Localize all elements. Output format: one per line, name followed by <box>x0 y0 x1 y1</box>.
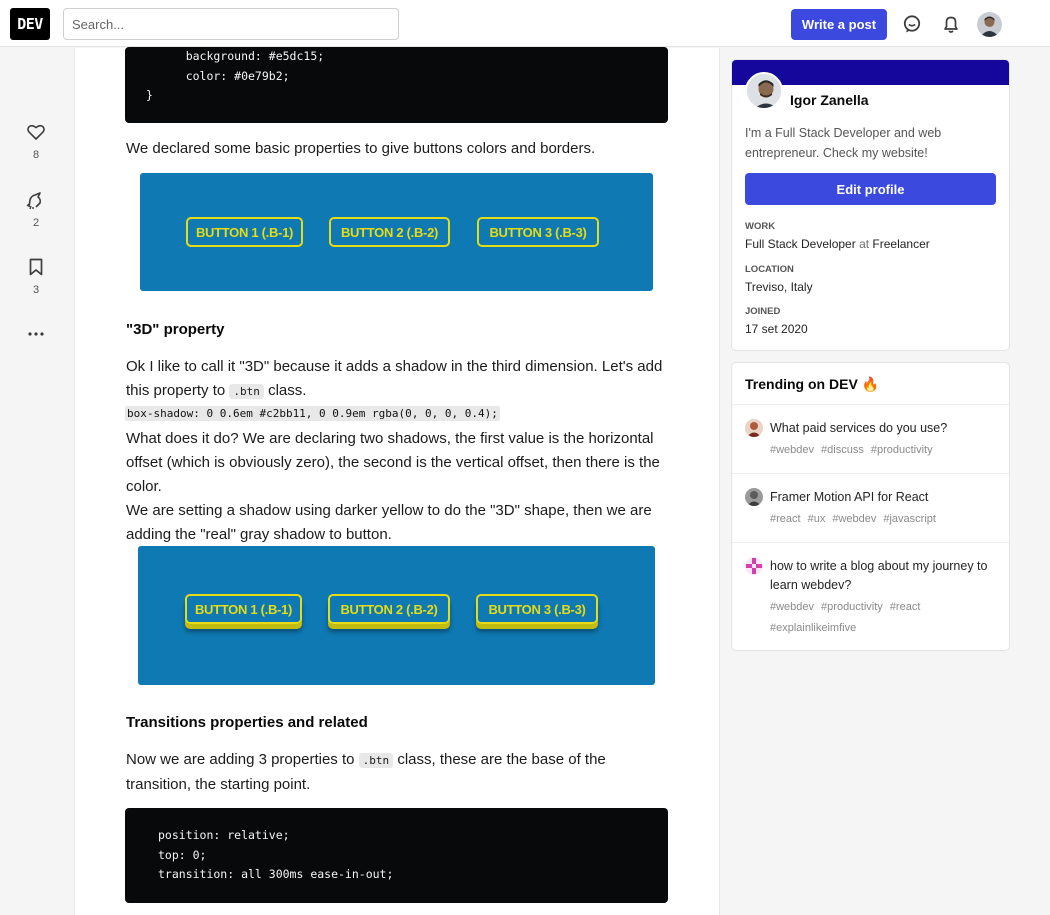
inline-code: .btn <box>358 753 394 768</box>
tag[interactable]: #react <box>770 513 801 525</box>
joined-value: 17 set 2020 <box>745 322 808 336</box>
work-value: Full Stack Developer at Freelancer <box>745 237 930 251</box>
joined-label: JOINED <box>745 306 781 317</box>
trending-item-tags: #react #ux #webdev #javascript <box>770 509 998 530</box>
tag[interactable]: #webdev <box>770 444 814 456</box>
author-avatar[interactable] <box>745 72 783 110</box>
code-line: } <box>146 88 153 102</box>
top-header: DEV Write a post <box>0 0 1050 47</box>
tag[interactable]: #ux <box>808 513 826 525</box>
bookmark-count: 3 <box>32 284 40 296</box>
bell-icon[interactable] <box>940 13 962 35</box>
demo-button-3: BUTTON 3 (.B-3) <box>477 217 599 247</box>
paragraph: Ok I like to call it "3D" because it add… <box>126 355 671 404</box>
trending-item[interactable]: Framer Motion API for React #react #ux #we… <box>732 473 1009 542</box>
code-block-1: background: #e5dc15; color: #0e79b2;} <box>125 47 668 123</box>
tag[interactable]: #javascript <box>883 513 936 525</box>
user-avatar[interactable] <box>977 12 1002 37</box>
bookmark-icon[interactable] <box>26 257 46 277</box>
code-block-2: position: relative; top: 0; transition: al… <box>125 808 668 903</box>
tag[interactable]: #productivity <box>871 444 933 456</box>
dev-logo[interactable]: DEV <box>10 8 50 40</box>
work-company: Freelancer <box>872 237 930 251</box>
work-label: WORK <box>745 221 776 232</box>
trending-item-title[interactable]: Framer Motion API for React <box>770 488 998 507</box>
section-heading: "3D" property <box>126 321 225 338</box>
like-count: 8 <box>32 149 40 161</box>
tag[interactable]: #productivity <box>821 601 883 613</box>
trending-item-title[interactable]: how to write a blog about my journey to … <box>770 557 998 595</box>
section-heading: Transitions properties and related <box>126 714 368 731</box>
trending-item[interactable]: What paid services do you use? #webdev #d… <box>732 404 1009 473</box>
trending-item-tags: #webdev #productivity #react #explainlikeim… <box>770 597 998 639</box>
heart-icon[interactable] <box>26 122 46 142</box>
trending-item-title[interactable]: What paid services do you use? <box>770 419 998 438</box>
tag[interactable]: #react <box>890 601 921 613</box>
demo-button-1: BUTTON 1 (.B-1) <box>186 217 303 247</box>
fire-icon: 🔥 <box>861 376 880 392</box>
unicorn-reaction[interactable]: 2 <box>22 190 50 229</box>
inline-code-line: box-shadow: 0 0.6em #c2bb11, 0 0.9em rgb… <box>125 406 500 421</box>
trending-item-tags: #webdev #discuss #productivity <box>770 440 998 461</box>
tag[interactable]: #webdev <box>770 601 814 613</box>
unicorn-count: 2 <box>32 217 40 229</box>
bookmark-reaction[interactable]: 3 <box>22 257 50 296</box>
search-input[interactable] <box>63 8 399 40</box>
demo-3d-button-2: BUTTON 2 (.B-2) <box>328 594 450 624</box>
tag[interactable]: #discuss <box>821 444 864 456</box>
tag[interactable]: #explainlikeimfive <box>770 622 856 634</box>
trending-title: Trending on DEV 🔥 <box>745 376 879 393</box>
demo-3d-buttons-image: BUTTON 1 (.B-1) BUTTON 2 (.B-2) BUTTON 3… <box>138 546 655 685</box>
trending-author-avatar <box>745 557 763 575</box>
tag[interactable]: #webdev <box>832 513 876 525</box>
code-line: background: #e5dc15; <box>158 49 325 63</box>
trending-author-avatar <box>745 419 763 437</box>
demo-button-2: BUTTON 2 (.B-2) <box>329 217 450 247</box>
more-dots-icon[interactable] <box>26 324 46 344</box>
code-line: color: #0e79b2; <box>158 68 290 83</box>
paragraph: What does it do? We are declaring two sh… <box>126 430 660 495</box>
trending-author-avatar <box>745 488 763 506</box>
code-line: transition: all 300ms ease-in-out; <box>158 867 394 881</box>
like-reaction[interactable]: 8 <box>22 122 50 161</box>
work-role: Full Stack Developer <box>745 237 856 251</box>
write-post-button[interactable]: Write a post <box>791 9 887 40</box>
paragraph: Now we are adding 3 properties to .btn c… <box>126 748 671 797</box>
location-value: Treviso, Italy <box>745 280 813 294</box>
code-line: position: relative; <box>158 828 290 842</box>
more-actions[interactable] <box>22 324 50 349</box>
author-name[interactable]: Igor Zanella <box>790 92 869 108</box>
paragraph-text: Now we are adding 3 properties to <box>126 751 355 768</box>
demo-3d-button-1: BUTTON 1 (.B-1) <box>185 594 302 624</box>
paragraph-text: Ok I like to call it "3D" because it add… <box>126 358 663 399</box>
author-bio: I'm a Full Stack Developer and web entre… <box>745 126 942 160</box>
demo-buttons-image: BUTTON 1 (.B-1) BUTTON 2 (.B-2) BUTTON 3… <box>140 173 653 291</box>
trending-title-text: Trending on DEV <box>745 376 858 392</box>
edit-profile-button[interactable]: Edit profile <box>745 173 996 205</box>
paragraph: We declared some basic properties to giv… <box>126 140 596 157</box>
chat-icon[interactable] <box>901 13 923 35</box>
paragraph-text: class. <box>268 382 307 399</box>
demo-3d-button-3: BUTTON 3 (.B-3) <box>476 594 598 624</box>
trending-card: Trending on DEV 🔥 What paid services do … <box>731 362 1010 651</box>
code-line: top: 0; <box>158 847 207 862</box>
trending-item[interactable]: how to write a blog about my journey to … <box>732 542 1009 651</box>
location-label: LOCATION <box>745 264 794 275</box>
unicorn-icon[interactable] <box>26 190 46 210</box>
paragraph: We are setting a shadow using darker yel… <box>126 502 652 543</box>
inline-code: .btn <box>229 384 264 399</box>
author-profile-card: Igor Zanella I'm a Full Stack Developer … <box>731 59 1010 351</box>
work-at: at <box>859 237 870 251</box>
